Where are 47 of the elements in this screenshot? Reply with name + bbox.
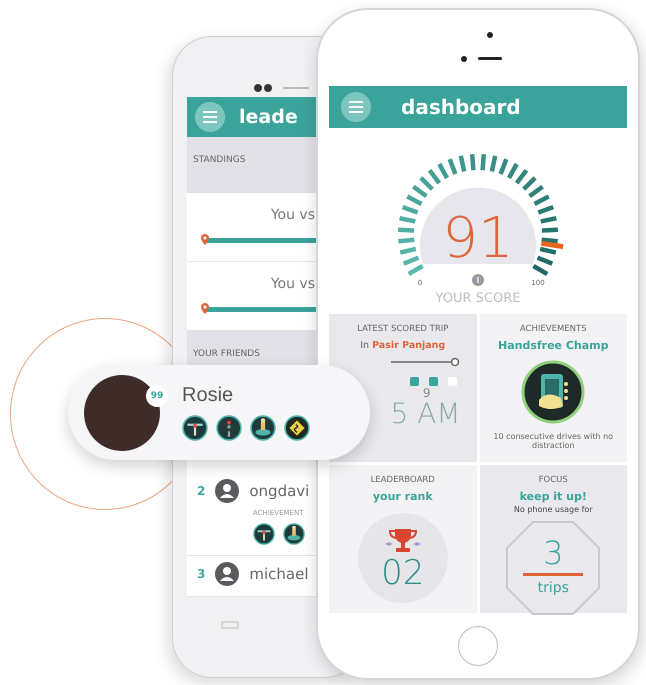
score-badge: 99 bbox=[146, 384, 168, 406]
user-avatar-icon bbox=[215, 479, 240, 503]
achievement-badge-icon bbox=[250, 415, 276, 441]
menu-button[interactable] bbox=[195, 102, 225, 132]
screen-title: dashboard bbox=[401, 95, 521, 119]
card-heading: FOCUS bbox=[538, 475, 568, 485]
achievement-badge-icon bbox=[283, 523, 305, 545]
screen-title: leade bbox=[239, 106, 298, 128]
menu-button[interactable] bbox=[341, 92, 371, 122]
friend-name[interactable]: ongdavi bbox=[249, 482, 310, 500]
trip-time: 5 AM bbox=[390, 400, 460, 428]
focus-description: No phone usage for bbox=[514, 505, 593, 514]
menu-icon bbox=[203, 111, 217, 123]
info-icon bbox=[472, 274, 484, 286]
card-subtitle: keep it up! bbox=[520, 490, 587, 503]
user-avatar-icon bbox=[215, 562, 240, 586]
trip-slider-drawing bbox=[390, 357, 460, 367]
menu-icon bbox=[349, 101, 363, 113]
friend-name: Rosie bbox=[182, 384, 234, 407]
section-label: STANDINGS bbox=[193, 155, 246, 165]
rank-number: 2 bbox=[197, 484, 206, 498]
achievement-badge-icon bbox=[216, 415, 242, 441]
card-heading: ACHIEVEMENTS bbox=[520, 324, 587, 334]
trip-unit: trips bbox=[538, 580, 569, 596]
back-key-icon bbox=[221, 621, 239, 629]
achievement-badge-icon bbox=[253, 523, 275, 545]
score-caption: YOUR SCORE bbox=[436, 291, 520, 306]
matchup-label: You vs bbox=[270, 207, 316, 223]
achievement-badge-icon bbox=[284, 415, 310, 441]
card-heading: LATEST SCORED TRIP bbox=[357, 324, 448, 334]
trip-date: 9 bbox=[422, 386, 430, 400]
trip-location: In Pasir Panjang bbox=[360, 340, 446, 351]
matchup-label: You vs bbox=[270, 276, 316, 292]
score-value: 91 bbox=[442, 206, 514, 271]
rank-number: 3 bbox=[197, 567, 206, 581]
underline-bar bbox=[523, 573, 584, 576]
card-heading: LEADERBOARD bbox=[370, 475, 435, 485]
card-subtitle: your rank bbox=[372, 490, 433, 503]
rank-number: 02 bbox=[381, 556, 424, 590]
hand-holding-phone-badge-icon bbox=[521, 360, 586, 424]
section-label: YOUR FRIENDS bbox=[193, 349, 260, 359]
achievement-title: Handsfree Champ bbox=[498, 339, 608, 352]
achievement-description: 10 consecutive drives with no distraction bbox=[492, 432, 614, 450]
achievement-badge-icon bbox=[182, 415, 208, 441]
friend-name[interactable]: michael bbox=[249, 565, 308, 583]
trip-count: 3 bbox=[543, 537, 564, 569]
home-button[interactable] bbox=[458, 626, 498, 666]
